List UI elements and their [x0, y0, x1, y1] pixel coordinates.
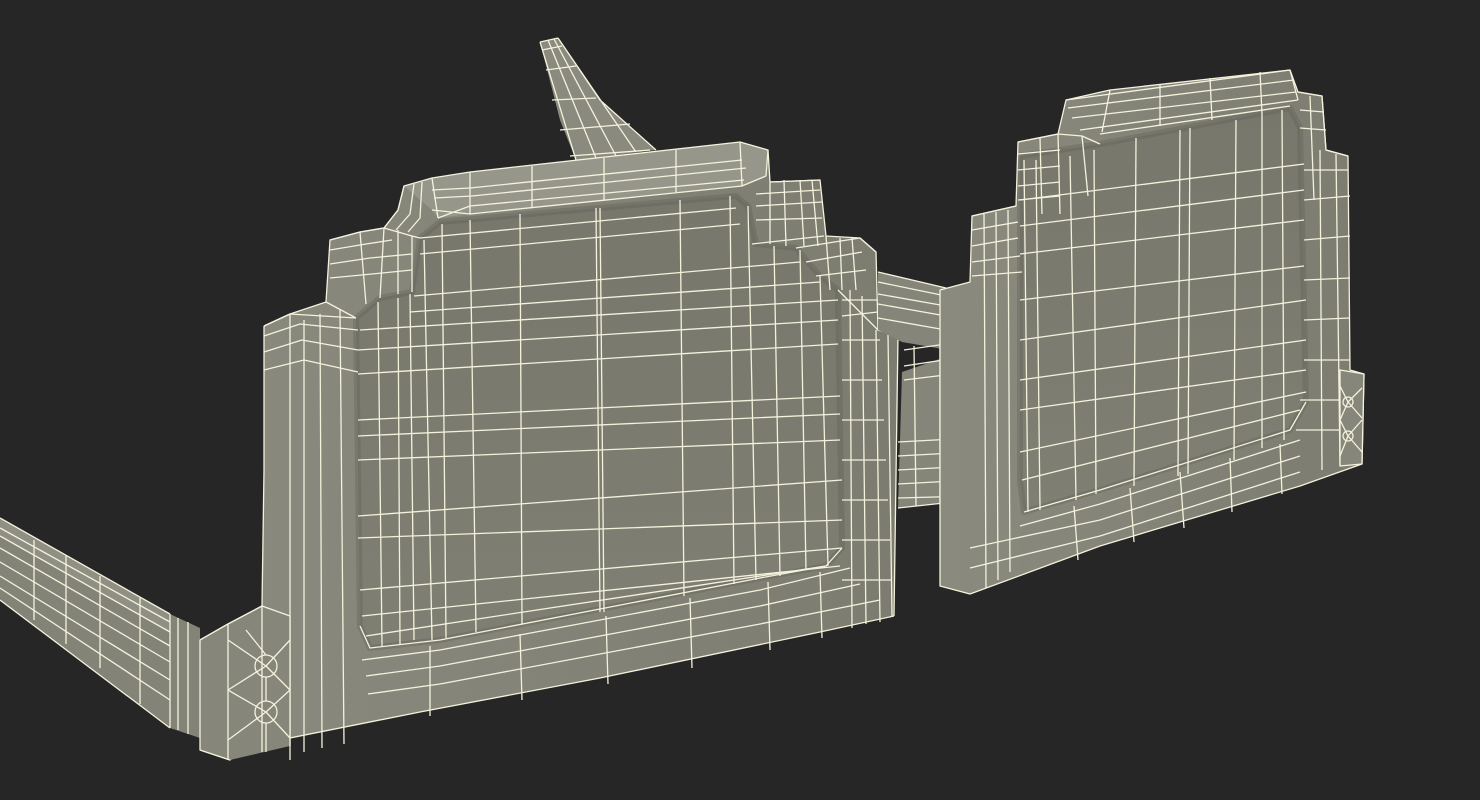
right-temple-arm: [539, 37, 657, 161]
left-lens-frame: [199, 141, 899, 761]
left-temple-arm: [0, 517, 200, 738]
glasses-wireframe-render: [0, 37, 1365, 761]
right-lens-frame: [939, 69, 1365, 595]
3d-viewport[interactable]: [0, 0, 1480, 800]
